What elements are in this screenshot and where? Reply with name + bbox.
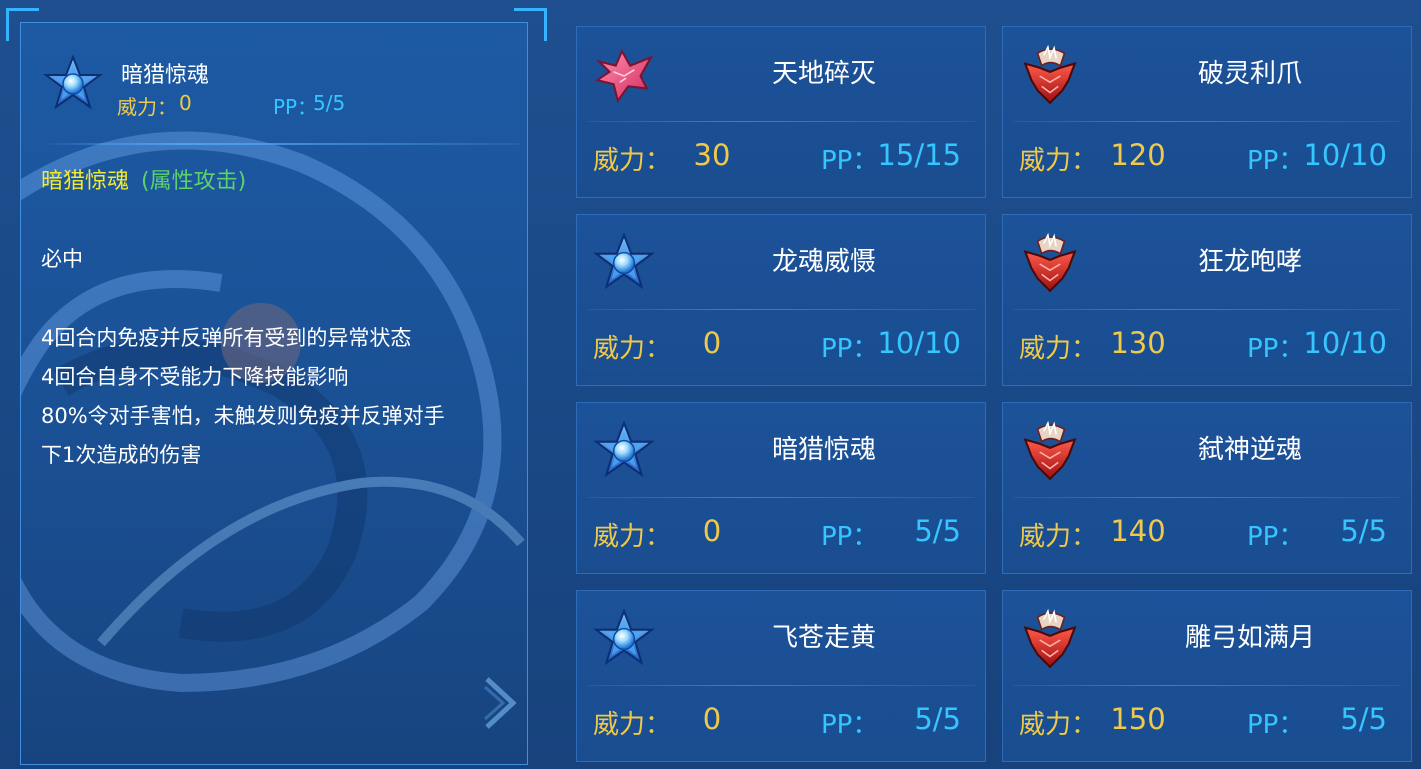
pp-label: PP：	[1247, 146, 1305, 176]
card-divider	[587, 309, 975, 310]
frame-corner-top-right	[514, 8, 547, 41]
pp-value: 5/5	[914, 702, 961, 736]
skill-name: 雕弓如满月	[1184, 623, 1315, 653]
skill-card[interactable]: 暗猎惊魂 威力： 0 PP： 5/5	[576, 402, 986, 574]
power-value: 0	[702, 702, 722, 736]
detail-pp-value: 5/5	[313, 91, 346, 115]
skill-card[interactable]: 破灵利爪 威力： 120 PP： 10/10	[1002, 26, 1412, 198]
skill-name: 破灵利爪	[1197, 59, 1302, 89]
pp-value: 5/5	[914, 514, 961, 548]
detail-power-label: 威力：	[117, 95, 177, 119]
card-divider	[1013, 685, 1401, 686]
skill-name: 龙魂威慑	[771, 247, 876, 277]
skill-name: 飞苍走黄	[771, 623, 876, 653]
skill-card[interactable]: 飞苍走黄 威力： 0 PP： 5/5	[576, 590, 986, 762]
skill-name: 天地碎灭	[771, 59, 876, 89]
detail-effects: 4回合内免疫并反弹所有受到的异常状态 4回合自身不受能力下降技能影响 80%令对…	[41, 319, 511, 475]
power-label: 威力：	[593, 522, 672, 552]
pp-label: PP：	[1247, 522, 1305, 552]
detail-skill-category: (属性攻击)	[141, 169, 247, 194]
detail-effect-line: 4回合内免疫并反弹所有受到的异常状态	[41, 326, 412, 350]
red-claw-icon	[1019, 233, 1081, 295]
pp-value: 15/15	[877, 138, 961, 172]
detail-skill-name: 暗猎惊魂	[121, 63, 210, 88]
pink-crystal-icon	[593, 45, 655, 107]
detail-effect-line: 下1次造成的伤害	[41, 443, 202, 467]
card-divider	[1013, 497, 1401, 498]
card-divider	[587, 685, 975, 686]
detail-divider	[39, 143, 519, 145]
detail-effect-line: 4回合自身不受能力下降技能影响	[41, 365, 349, 389]
pp-label: PP：	[821, 334, 879, 364]
power-label: 威力：	[593, 146, 672, 176]
red-claw-icon	[1019, 609, 1081, 671]
detail-effect-line: 80%令对手害怕，未触发则免疫并反弹对手	[41, 404, 445, 428]
card-divider	[1013, 121, 1401, 122]
pp-value: 5/5	[1340, 702, 1387, 736]
skill-card[interactable]: 龙魂威慑 威力： 0 PP： 10/10	[576, 214, 986, 386]
skill-detail-panel: 暗猎惊魂 威力： 0 PP： 5/5 暗猎惊魂 (属性攻击) 必中 4回合内免疫并…	[20, 22, 528, 765]
power-value: 150	[1110, 702, 1166, 736]
card-divider	[1013, 309, 1401, 310]
detail-power-value: 0	[179, 91, 192, 115]
blue-star-icon	[593, 233, 655, 295]
power-label: 威力：	[1019, 522, 1098, 552]
detail-hit-text: 必中	[41, 247, 83, 271]
pp-label: PP：	[1247, 334, 1305, 364]
card-divider	[587, 497, 975, 498]
power-value: 30	[693, 138, 731, 172]
power-label: 威力：	[1019, 710, 1098, 740]
power-value: 0	[702, 514, 722, 548]
blue-star-icon	[593, 421, 655, 483]
pp-label: PP：	[821, 522, 879, 552]
card-divider	[587, 121, 975, 122]
skill-name: 弑神逆魂	[1197, 435, 1302, 465]
power-label: 威力：	[1019, 146, 1098, 176]
power-value: 0	[702, 326, 722, 360]
red-claw-icon	[1019, 45, 1081, 107]
detail-pp-label: PP：	[273, 95, 318, 119]
pp-value: 10/10	[877, 326, 961, 360]
skill-card[interactable]: 雕弓如满月 威力： 150 PP： 5/5	[1002, 590, 1412, 762]
power-label: 威力：	[1019, 334, 1098, 364]
skill-card[interactable]: 天地碎灭 威力： 30 PP： 15/15	[576, 26, 986, 198]
detail-title-line: 暗猎惊魂 (属性攻击)	[41, 163, 246, 195]
skill-name: 暗猎惊魂	[771, 435, 876, 465]
frame-corner-top-left	[6, 8, 39, 41]
power-value: 140	[1110, 514, 1166, 548]
pp-value: 10/10	[1303, 326, 1387, 360]
skill-name: 狂龙咆哮	[1197, 247, 1302, 277]
blue-star-icon	[593, 609, 655, 671]
pp-label: PP：	[821, 710, 879, 740]
pp-value: 5/5	[1340, 514, 1387, 548]
power-value: 120	[1110, 138, 1166, 172]
pp-label: PP：	[821, 146, 879, 176]
pp-value: 10/10	[1303, 138, 1387, 172]
next-arrow-icon[interactable]	[483, 675, 517, 731]
power-label: 威力：	[593, 710, 672, 740]
power-label: 威力：	[593, 334, 672, 364]
red-claw-icon	[1019, 421, 1081, 483]
skill-card[interactable]: 弑神逆魂 威力： 140 PP： 5/5	[1002, 402, 1412, 574]
pp-label: PP：	[1247, 710, 1305, 740]
detail-title-name: 暗猎惊魂	[41, 169, 130, 194]
blue-star-icon	[43, 55, 103, 115]
power-value: 130	[1110, 326, 1166, 360]
skill-card[interactable]: 狂龙咆哮 威力： 130 PP： 10/10	[1002, 214, 1412, 386]
